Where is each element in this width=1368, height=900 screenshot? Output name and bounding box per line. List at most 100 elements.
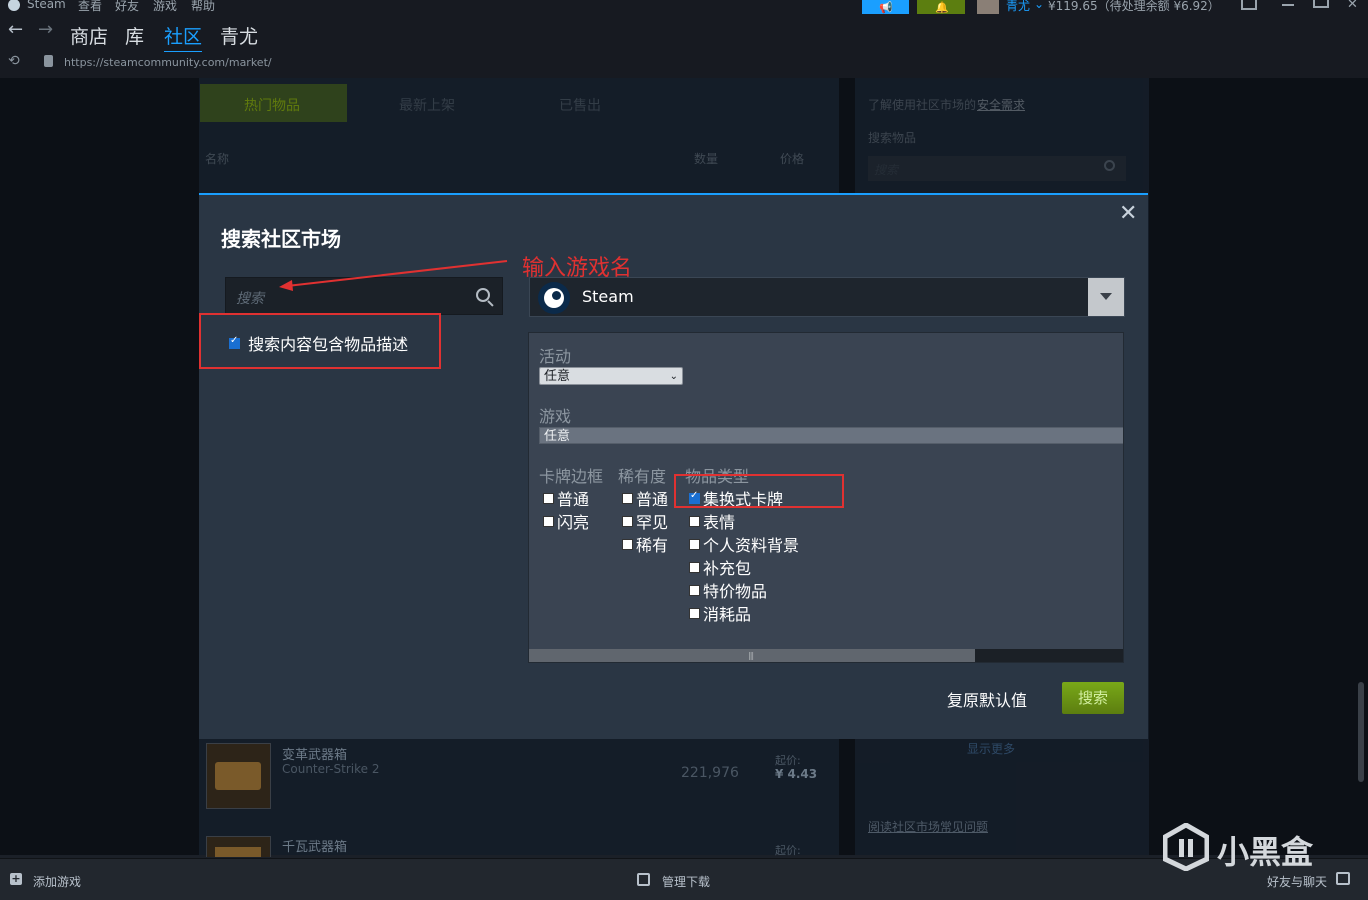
rarity-option[interactable]: 罕见 — [622, 509, 668, 533]
filter-panel: 活动 任意 ⌄ 游戏 任意 卡牌边框 稀有度 物品类型 普通 闪亮 普通 罕见 … — [528, 332, 1124, 663]
column-quantity[interactable]: 数量 — [694, 150, 718, 167]
close-window-icon[interactable]: ✕ — [1347, 0, 1358, 12]
checkbox[interactable] — [622, 516, 633, 527]
rarity-label: 稀有度 — [618, 467, 667, 486]
weapon-case-icon — [215, 762, 261, 790]
column-price[interactable]: 价格 — [780, 150, 804, 167]
avatar[interactable] — [977, 0, 999, 14]
game-filter-select[interactable]: 任意 — [539, 427, 1123, 444]
search-icon-handle — [487, 300, 494, 307]
menu-friends[interactable]: 好友 — [115, 0, 139, 14]
show-more-link[interactable]: 显示更多 — [967, 740, 1015, 757]
menu-steam[interactable]: Steam — [27, 0, 66, 11]
game-select[interactable]: Steam — [529, 277, 1125, 317]
rarity-option[interactable]: 普通 — [622, 486, 668, 510]
checkbox[interactable] — [689, 539, 700, 550]
grip-icon: ||| — [748, 651, 754, 660]
maximize-icon[interactable] — [1313, 0, 1329, 8]
item-type-option[interactable]: 个人资料背景 — [689, 532, 799, 556]
manage-downloads-button[interactable]: 管理下载 — [662, 873, 710, 890]
top-menu-bar: Steam 查看 好友 游戏 帮助 📢 🔔 青尤 ⌄ ¥119.65（待处理余额… — [0, 0, 1368, 16]
close-icon[interactable]: ✕ — [1119, 201, 1137, 226]
page-scrollbar[interactable] — [1356, 78, 1366, 855]
item-name[interactable]: 千瓦武器箱 — [282, 836, 347, 855]
nav-bar: ← → 商店 库 社区 青尤 — [0, 14, 1368, 53]
checkbox[interactable] — [689, 516, 700, 527]
item-game: Counter-Strike 2 — [282, 762, 380, 776]
forward-arrow-icon[interactable]: → — [38, 19, 53, 40]
card-border-option[interactable]: 普通 — [543, 486, 589, 510]
scrollbar-thumb[interactable]: ||| — [529, 649, 975, 662]
option-label: 普通 — [557, 490, 590, 509]
steam-logo-icon — [8, 0, 20, 11]
item-name[interactable]: 变革武器箱 — [282, 744, 347, 763]
chat-icon[interactable] — [1336, 872, 1350, 885]
safety-text: 了解使用社区市场的 — [868, 98, 977, 112]
checkbox[interactable] — [689, 562, 700, 573]
card-border-label: 卡牌边框 — [539, 467, 604, 486]
side-search-placeholder: 搜索 — [874, 163, 899, 177]
download-icon[interactable] — [637, 873, 650, 886]
option-label: 补充包 — [703, 559, 752, 578]
tab-newest[interactable]: 最新上架 — [399, 95, 455, 115]
checkbox[interactable] — [543, 516, 554, 527]
horizontal-scrollbar[interactable]: ||| — [529, 649, 1123, 662]
item-thumbnail[interactable] — [206, 836, 271, 857]
minimize-icon[interactable] — [1282, 4, 1294, 6]
tab-popular[interactable]: 热门物品 — [200, 84, 347, 122]
side-search-input[interactable]: 搜索 — [868, 156, 1126, 181]
checkbox[interactable] — [622, 539, 633, 550]
item-type-option[interactable]: 特价物品 — [689, 578, 767, 602]
menu-help[interactable]: 帮助 — [191, 0, 215, 14]
search-button[interactable]: 搜索 — [1062, 682, 1124, 714]
faq-link[interactable]: 阅读社区市场常见问题 — [868, 818, 988, 835]
refresh-icon[interactable]: ⟲ — [8, 53, 20, 69]
option-label: 消耗品 — [703, 605, 752, 624]
nav-community[interactable]: 社区 — [164, 22, 203, 53]
watermark-text: 小黑盒 — [1217, 833, 1314, 871]
card-border-option[interactable]: 闪亮 — [543, 509, 589, 533]
checkbox[interactable] — [543, 493, 554, 504]
safety-link[interactable]: 安全需求 — [977, 96, 1025, 113]
tab-sold[interactable]: 已售出 — [559, 95, 601, 115]
add-icon[interactable]: + — [10, 873, 22, 885]
activity-select[interactable]: 任意 ⌄ — [539, 367, 683, 385]
nav-profile[interactable]: 青尤 — [220, 22, 258, 49]
include-description-label: 搜索内容包含物品描述 — [248, 335, 409, 354]
item-type-option[interactable]: 表情 — [689, 509, 735, 533]
rarity-option[interactable]: 稀有 — [622, 532, 668, 556]
chevron-down-icon: ⌄ — [669, 371, 678, 382]
friends-chat-button[interactable]: 好友与聊天 — [1267, 873, 1327, 890]
item-thumbnail[interactable] — [206, 743, 271, 809]
checkbox[interactable] — [689, 608, 700, 619]
column-name[interactable]: 名称 — [205, 150, 229, 167]
scrollbar-thumb[interactable] — [1358, 682, 1364, 782]
include-description-option[interactable]: 搜索内容包含物品描述 — [229, 331, 408, 355]
megaphone-icon: 📢 — [879, 1, 893, 14]
item-type-option[interactable]: 消耗品 — [689, 601, 751, 625]
item-type-option[interactable]: 补充包 — [689, 555, 751, 579]
add-game-button[interactable]: 添加游戏 — [33, 873, 81, 890]
reset-defaults-button[interactable]: 复原默认值 — [947, 687, 1027, 711]
chevron-down-icon — [1100, 293, 1112, 300]
game-filter-value: 任意 — [544, 429, 571, 444]
activity-label: 活动 — [539, 347, 572, 366]
nav-library[interactable]: 库 — [125, 22, 144, 49]
nav-store[interactable]: 商店 — [70, 22, 108, 49]
back-arrow-icon[interactable]: ← — [8, 19, 23, 40]
menu-view[interactable]: 查看 — [78, 0, 102, 14]
search-icon[interactable] — [1104, 160, 1115, 171]
option-label: 稀有 — [636, 536, 669, 555]
dropdown-button[interactable] — [1088, 278, 1124, 316]
user-name[interactable]: 青尤 — [1006, 0, 1030, 14]
tab-popular-label: 热门物品 — [244, 98, 300, 114]
annotation-arrow — [279, 260, 508, 291]
item-price-label: 起价: — [775, 754, 801, 767]
menu-games[interactable]: 游戏 — [153, 0, 177, 14]
checkbox[interactable] — [689, 585, 700, 596]
chevron-down-icon[interactable]: ⌄ — [1034, 0, 1044, 11]
include-description-checkbox[interactable] — [229, 335, 240, 349]
big-picture-icon[interactable] — [1241, 0, 1257, 10]
url-text[interactable]: https://steamcommunity.com/market/ — [64, 56, 272, 69]
checkbox[interactable] — [622, 493, 633, 504]
